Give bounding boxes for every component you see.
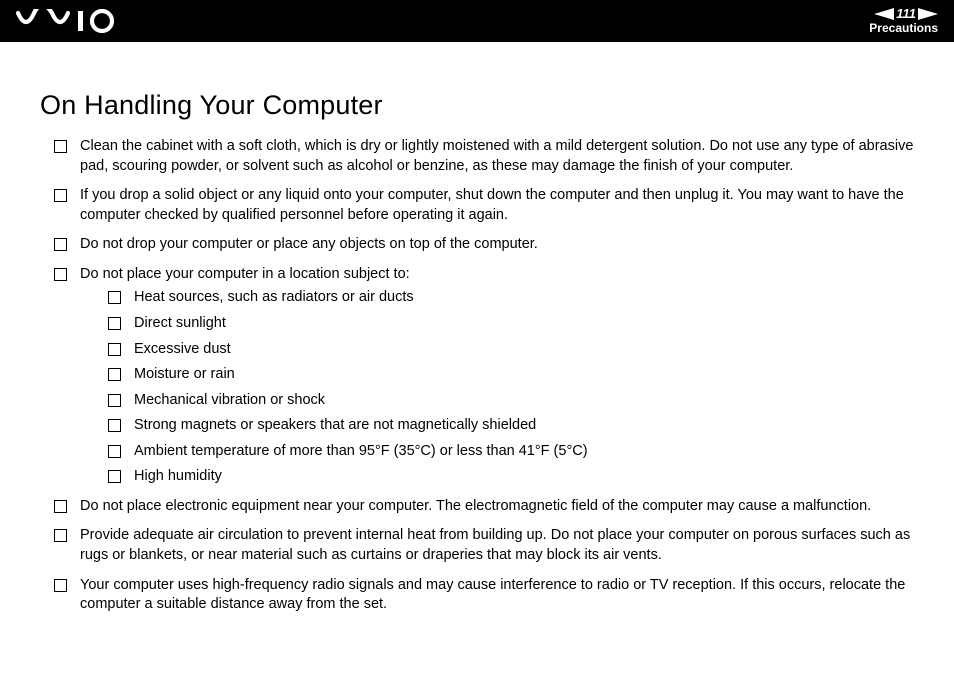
prev-page-arrow-icon[interactable]	[874, 8, 894, 20]
next-page-arrow-icon[interactable]	[918, 8, 938, 20]
list-item-text: Do not drop your computer or place any o…	[80, 236, 538, 252]
list-item: Moisture or rain	[108, 365, 914, 385]
list-item: Do not place your computer in a location…	[54, 265, 914, 487]
list-item-text: Strong magnets or speakers that are not …	[134, 417, 536, 433]
list-item: Excessive dust	[108, 340, 914, 360]
list-item-text: Clean the cabinet with a soft cloth, whi…	[80, 138, 913, 174]
list-item-text: Do not place electronic equipment near y…	[80, 498, 871, 514]
list-item-text: Moisture or rain	[134, 366, 235, 382]
list-item: Mechanical vibration or shock	[108, 391, 914, 411]
list-item: Strong magnets or speakers that are not …	[108, 416, 914, 436]
page-title: On Handling Your Computer	[40, 90, 914, 121]
list-item: Provide adequate air circulation to prev…	[54, 526, 914, 565]
list-item: High humidity	[108, 467, 914, 487]
list-item: Do not drop your computer or place any o…	[54, 235, 914, 255]
header-right: 111 Precautions	[869, 7, 938, 35]
list-item: Do not place electronic equipment near y…	[54, 497, 914, 517]
section-label: Precautions	[869, 21, 938, 35]
list-item-text: Do not place your computer in a location…	[80, 266, 410, 282]
page-content: On Handling Your Computer Clean the cabi…	[0, 42, 954, 645]
list-item-text: If you drop a solid object or any liquid…	[80, 187, 904, 223]
list-item-text: High humidity	[134, 468, 222, 484]
list-item: Direct sunlight	[108, 314, 914, 334]
list-item: Clean the cabinet with a soft cloth, whi…	[54, 137, 914, 176]
vaio-logo	[16, 9, 126, 33]
page-navigation: 111	[874, 7, 938, 20]
list-item: Ambient temperature of more than 95°F (3…	[108, 442, 914, 462]
list-item-text: Ambient temperature of more than 95°F (3…	[134, 443, 588, 459]
list-item: Heat sources, such as radiators or air d…	[108, 288, 914, 308]
header-bar: 111 Precautions	[0, 0, 954, 42]
list-item-text: Provide adequate air circulation to prev…	[80, 527, 910, 563]
list-item: If you drop a solid object or any liquid…	[54, 186, 914, 225]
list-item: Your computer uses high-frequency radio …	[54, 576, 914, 615]
list-item-text: Direct sunlight	[134, 315, 226, 331]
sub-list: Heat sources, such as radiators or air d…	[80, 288, 914, 487]
page-number: 111	[894, 7, 918, 20]
list-item-text: Excessive dust	[134, 341, 231, 357]
list-item-text: Mechanical vibration or shock	[134, 392, 325, 408]
list-item-text: Your computer uses high-frequency radio …	[80, 577, 905, 613]
precautions-list: Clean the cabinet with a soft cloth, whi…	[40, 137, 914, 615]
list-item-text: Heat sources, such as radiators or air d…	[134, 289, 414, 305]
